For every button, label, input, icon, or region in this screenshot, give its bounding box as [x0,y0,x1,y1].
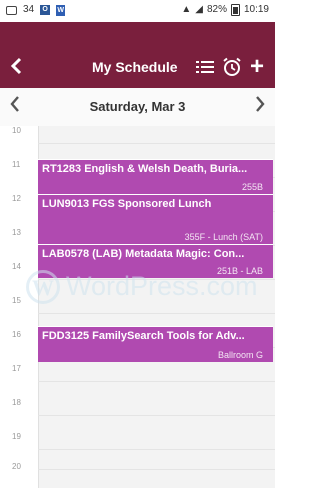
schedule-event[interactable]: FDD3125 FamilySearch Tools for Adv... Ba… [38,326,273,362]
date-navigation: Saturday, Mar 3 [0,88,275,126]
event-room: 355F - Lunch (SAT) [184,232,263,242]
signal-icon: ▲ [181,4,192,15]
half-hour-line [38,143,275,144]
schedule-event[interactable]: LUN9013 FGS Sponsored Lunch 355F - Lunch… [38,194,273,244]
hour-label: 11 [12,160,21,169]
list-view-button[interactable] [196,60,214,74]
wordpress-watermark: W WordPress.com [26,268,258,308]
reminder-button[interactable] [222,57,242,77]
wordpress-logo-icon: W [26,270,60,304]
event-title: LAB0578 (LAB) Metadata Magic: Con... [42,248,245,260]
schedule-event[interactable]: RT1283 English & Welsh Death, Buria... 2… [38,159,273,194]
hour-label: 10 [12,126,21,135]
half-hour-line [38,313,275,314]
event-title: FDD3125 FamilySearch Tools for Adv... [42,330,245,342]
outlook-icon: O [40,5,51,15]
hour-label: 18 [12,398,21,407]
wifi-icon: ◢ [195,4,203,15]
event-room: Ballroom G [217,350,263,360]
current-date: Saturday, Mar 3 [89,99,186,114]
list-icon [196,61,214,73]
back-button[interactable] [10,56,26,78]
status-bar: 34 O W ▲ ◢ 82% 10:19 [0,0,275,22]
hour-label: 19 [12,432,21,441]
next-day-button[interactable] [251,95,265,119]
hour-label: 12 [12,194,21,203]
half-hour-line [38,415,275,416]
event-room: 255B [241,182,263,192]
message-icon [6,5,17,15]
chevron-right-icon [256,96,265,112]
chevron-left-icon [10,57,22,75]
app-bar: My Schedule + [0,48,275,88]
add-button[interactable]: + [250,53,266,81]
hour-label: 13 [12,228,21,237]
event-title: LUN9013 FGS Sponsored Lunch [42,198,212,210]
docs-icon: W [56,4,66,16]
battery-icon [230,4,240,16]
alarm-clock-icon [223,57,241,76]
clock-time: 10:19 [243,4,269,15]
half-hour-line [38,449,275,450]
page-title: My Schedule [92,59,178,75]
hour-label: 16 [12,330,21,339]
event-title: RT1283 English & Welsh Death, Buria... [42,163,248,175]
half-hour-line [38,469,275,470]
battery-percent: 82% [206,4,227,15]
watermark-text: WordPress.com [66,271,258,301]
header-band [0,22,275,48]
half-hour-line [38,381,275,382]
hour-label: 20 [12,462,21,471]
notification-count: 34 [23,4,35,15]
hour-label: 17 [12,364,21,373]
